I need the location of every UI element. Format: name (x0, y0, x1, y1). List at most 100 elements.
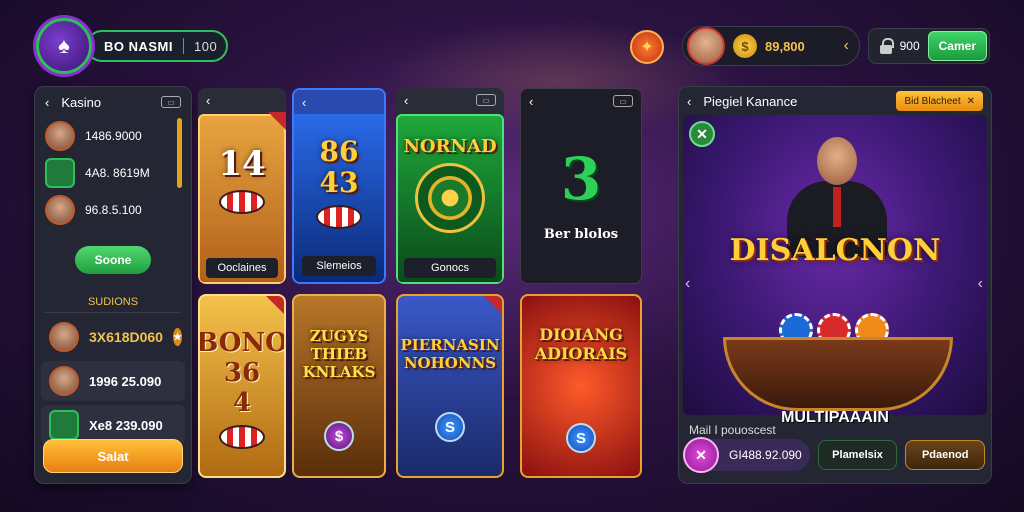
featured-title: Piegiel Kanance (703, 93, 798, 109)
chevron-icon[interactable]: ‹ (844, 37, 849, 55)
game-card[interactable]: PIERNASIN NOHONNS S (396, 294, 504, 478)
chip-icon (219, 190, 265, 214)
salat-button[interactable]: Salat (43, 439, 183, 473)
featured-tag-label: Bid Blacheet (904, 95, 961, 107)
featured-game-panel: ‹ Piegiel Kanance Bid Blacheet ✕ ✕ DISAL… (678, 86, 992, 484)
menu-badge-icon[interactable]: ▭ (161, 96, 181, 108)
game-card[interactable]: ZUGYS THIEB KNLAKS $ (292, 294, 386, 478)
close-icon[interactable]: ✕ (967, 96, 975, 107)
plamelsix-button[interactable]: Plamelsix (817, 440, 898, 470)
card-title: NORNAD (403, 135, 497, 157)
chip-icon (316, 204, 362, 229)
coin-icon: $ (324, 421, 354, 451)
list-item[interactable]: 1996 25.090 (41, 361, 185, 401)
brand-name: BO NASMI (104, 38, 173, 54)
left-panel-header: ‹ Kasino ▭ (35, 87, 191, 117)
back-icon[interactable]: ‹ (529, 94, 533, 109)
brand-divider (183, 38, 184, 54)
card-title: 86 43 (319, 135, 359, 199)
card-header: ‹ (198, 88, 286, 112)
card-header: ‹ ▭ (521, 89, 641, 113)
dealer-head (817, 137, 857, 185)
featured-header: ‹ Piegiel Kanance Bid Blacheet ✕ (679, 87, 991, 115)
star-icon: ★ (172, 328, 182, 346)
card-caption: Slemeios (302, 256, 376, 276)
top-right-pill: 900 Camer (868, 28, 990, 64)
scrollbar[interactable] (177, 118, 182, 188)
close-icon[interactable]: ✕ (689, 121, 715, 147)
next-arrow-icon[interactable]: ‹ (978, 275, 983, 293)
back-icon[interactable]: ‹ (404, 93, 408, 108)
featured-footer: ✕ GI488.92.090 Plamelsix Pdaenod (683, 437, 986, 473)
game-card[interactable]: DIOIANG ADIORAIS S (520, 294, 642, 478)
slot-icon (45, 157, 75, 188)
menu-badge-icon[interactable]: ▭ (476, 94, 496, 106)
list-item[interactable]: 96.8.5.100 (35, 191, 191, 228)
amount-pill[interactable]: ✕ GI488.92.090 (683, 437, 810, 473)
menu-badge-icon[interactable]: ▭ (613, 95, 633, 107)
prev-arrow-icon[interactable]: ‹ (685, 275, 690, 293)
roulette-icon (415, 162, 485, 233)
lock-icon (879, 38, 894, 54)
list-item[interactable]: 3X618D060 ★ (41, 317, 185, 357)
casino-logo-icon[interactable]: ♠ (36, 18, 92, 74)
list-item[interactable]: 1486.9000 (35, 117, 191, 154)
list-item[interactable]: 4A8. 8619M (35, 154, 191, 191)
card-art: ZUGYS THIEB KNLAKS $ (294, 302, 384, 476)
featured-art-title: DISALCNON (729, 233, 941, 268)
list-item-value: 1996 25.090 (89, 373, 162, 389)
avatar (45, 120, 75, 151)
s-coin-icon: S (566, 423, 596, 454)
left-panel-title: Kasino (61, 94, 102, 110)
game-card[interactable]: BONO 36 4 (198, 294, 286, 478)
avatar (49, 322, 79, 352)
shuffle-icon: ✕ (683, 437, 719, 473)
dealer-tie (833, 187, 841, 227)
featured-art[interactable]: ✕ DISALCNON MULTIPAAAIN ‹ ‹ (683, 115, 987, 426)
card-title: PIERNASIN NOHONNS (400, 336, 500, 372)
back-icon[interactable]: ‹ (45, 95, 49, 110)
section-title: SUDIONS (87, 296, 139, 308)
card-art: PIERNASIN NOHONNS S (398, 302, 502, 476)
list-item-value: 3X618D060 (89, 329, 163, 345)
coin-icon: $ (733, 34, 757, 58)
user-balance: 89,800 (765, 38, 805, 54)
chip-icon (219, 424, 265, 449)
bonus-icon[interactable]: ✦ (630, 30, 664, 64)
list-item-value: Xe8 239.090 (89, 417, 163, 433)
footer-amount: GI488.92.090 (729, 448, 802, 462)
card-title: BONO 36 4 (198, 328, 286, 418)
back-icon[interactable]: ‹ (687, 94, 691, 109)
card-title: DIOIANG ADIORAIS (534, 324, 628, 363)
card-title: ZUGYS THIEB KNLAKS (302, 327, 376, 381)
brand-amount: 100 (194, 38, 218, 54)
card-art: 3 (521, 119, 641, 239)
back-icon[interactable]: ‹ (206, 93, 210, 108)
roulette-bowl (723, 337, 953, 411)
card-title: 3 (560, 145, 602, 213)
card-title: 14 (218, 144, 266, 184)
avatar (49, 366, 79, 396)
user-balance-pill[interactable]: $ 89,800 ‹ (682, 26, 860, 66)
soone-button[interactable]: Soone (75, 246, 151, 274)
pdaenod-button[interactable]: Pdaenod (905, 440, 986, 470)
s-coin-icon: S (435, 412, 465, 442)
avatar[interactable] (687, 27, 725, 65)
list-item-value: 96.8.5.100 (85, 202, 142, 217)
ribbon-icon (268, 112, 286, 130)
back-icon[interactable]: ‹ (302, 95, 306, 110)
game-card[interactable]: ‹ ▭ 3 Ber blolos (520, 88, 642, 284)
card-art: DIOIANG ADIORAIS S (522, 302, 640, 476)
list-item-value: 4A8. 8619M (85, 165, 150, 180)
game-card[interactable]: ‹ 14 Ooclaines (198, 88, 286, 284)
brand-pill[interactable]: BO NASMI 100 (86, 30, 228, 62)
camer-button[interactable]: Camer (927, 31, 987, 61)
card-header: ‹ (294, 90, 384, 114)
featured-tag[interactable]: Bid Blacheet ✕ (896, 91, 983, 111)
list-item-value: 1486.9000 (85, 128, 142, 143)
left-panel: ‹ Kasino ▭ 1486.9000 4A8. 8619M 96.8.5.1… (34, 86, 192, 484)
card-art: BONO 36 4 (200, 302, 284, 476)
game-card[interactable]: ‹ ▭ NORNAD Gonocs (396, 88, 504, 284)
game-card-selected[interactable]: ‹ 86 43 Slemeios (292, 88, 386, 284)
right-amount: 900 (899, 39, 920, 53)
